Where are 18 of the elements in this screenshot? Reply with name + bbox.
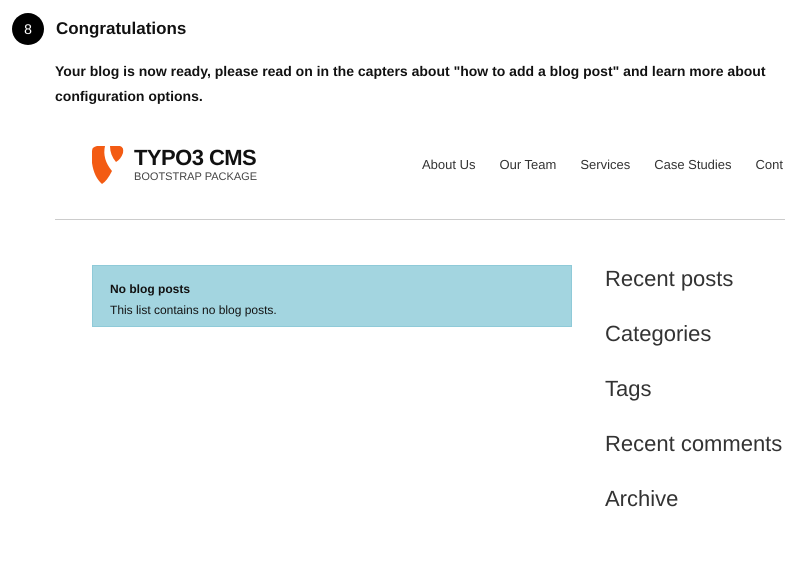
alert-title: No blog posts	[110, 281, 191, 298]
intro-paragraph: Your blog is now ready, please read on in the capters about "how to add a blog post" and learn more about configuration options.	[55, 62, 767, 106]
sidebar-heading[interactable]: Recent posts	[605, 263, 782, 294]
sidebar-heading[interactable]: Recent comments	[605, 428, 782, 459]
alert-message: This list contains no blog posts.	[110, 302, 278, 319]
nav-link[interactable]: About Us	[422, 155, 476, 175]
sidebar-heading[interactable]: Archive	[605, 483, 782, 514]
nav-link[interactable]: Case Studies	[654, 155, 732, 175]
logo-title: TYPO3 CMS	[134, 147, 258, 169]
logo-subtitle: BOOTSTRAP PACKAGE	[134, 172, 258, 183]
nav-link[interactable]: Cont	[756, 155, 783, 175]
nav-link[interactable]: Services	[580, 155, 630, 175]
logo-icon	[90, 145, 124, 185]
sidebar-heading[interactable]: Tags	[605, 373, 782, 404]
step-title: Congratulations	[56, 18, 186, 40]
nav-link[interactable]: Our Team	[500, 155, 556, 175]
sidebar-heading[interactable]: Categories	[605, 318, 782, 349]
step-number-badge: 8	[12, 13, 44, 45]
